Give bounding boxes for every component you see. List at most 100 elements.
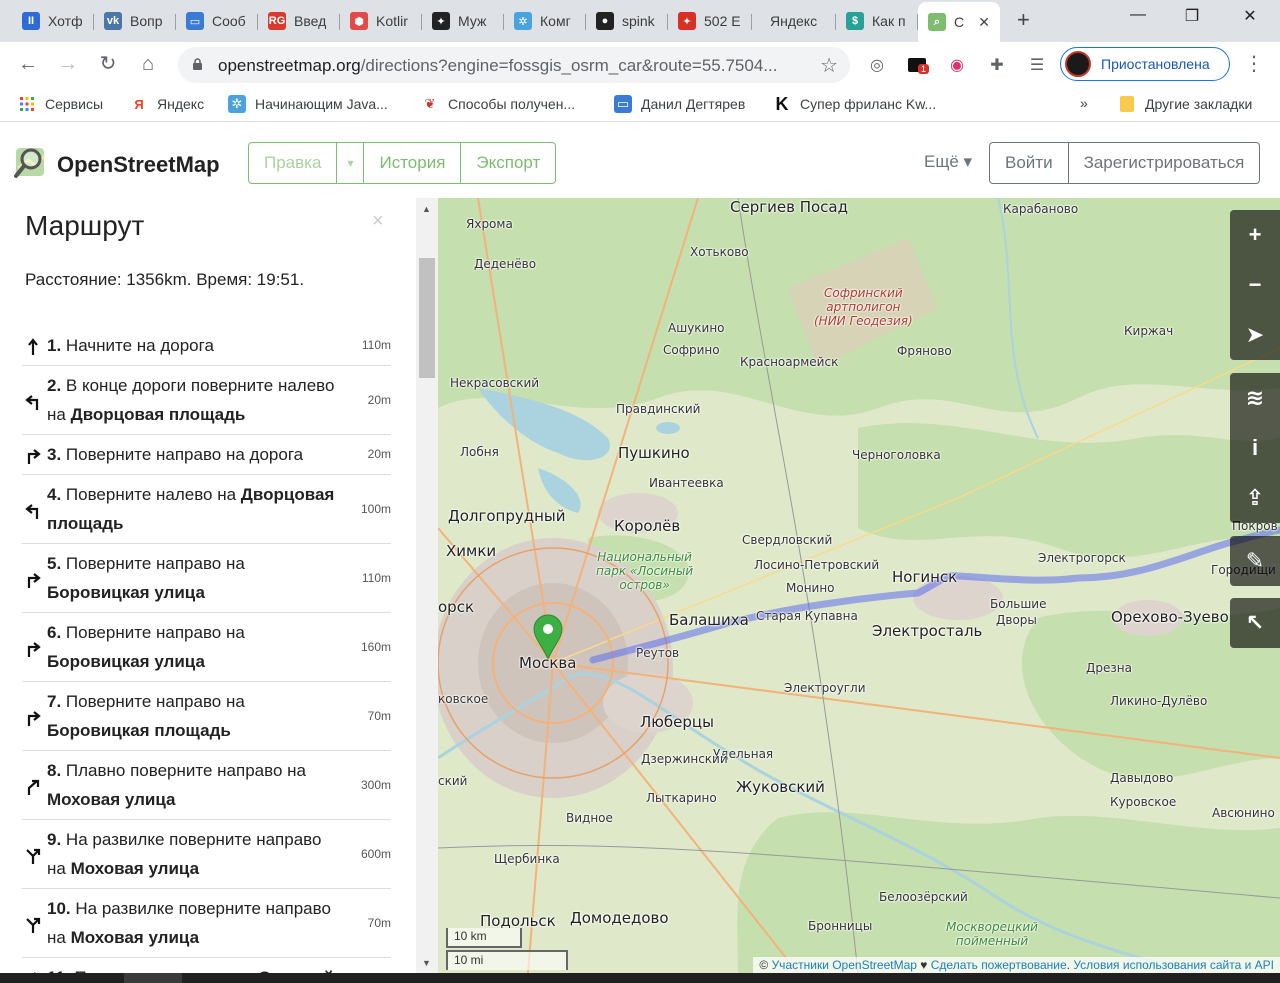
signup-button[interactable]: Зарегистрироваться [1069, 143, 1260, 183]
sidebar-scrollbar[interactable]: ▲ ▼ [416, 198, 438, 973]
route-step-text: 9. На развилке поверните направо на Мохо… [47, 820, 345, 888]
auth-group: Войти Зарегистрироваться [989, 142, 1261, 184]
step-instruction: Поверните налево на [61, 485, 241, 504]
map-place-label: Долгопрудный [448, 507, 566, 525]
browser-tab[interactable]: ⬢ Kotlir [340, 6, 422, 36]
osm-logo-icon[interactable] [14, 144, 50, 180]
back-button[interactable]: ← [16, 52, 40, 76]
route-step[interactable]: 8. Плавно поверните направо на Моховая у… [22, 751, 391, 820]
bookmark-java[interactable]: ✲ Начинающим Java... [228, 95, 388, 113]
browser-tab[interactable]: ✦ Муж [422, 6, 504, 36]
tab-favicon-icon: ⬢ [350, 12, 368, 30]
info-icon[interactable]: i [1230, 423, 1280, 473]
osm-contributors-link[interactable]: Участники OpenStreetMap [772, 958, 917, 972]
map-place-label: ский [438, 774, 468, 788]
query-features-icon[interactable]: ↖ [1230, 598, 1280, 648]
globe-icon[interactable]: ◎ [866, 54, 888, 76]
map-place-label: Лобня [460, 445, 499, 459]
browser-tab[interactable]: ✦ 502 E [668, 6, 752, 36]
browser-tab[interactable]: ● spink [586, 6, 668, 36]
browser-tab[interactable]: ✲ Комг [504, 6, 586, 36]
map-place-label: Ашукино [668, 321, 725, 335]
scroll-down-icon[interactable]: ▼ [422, 958, 431, 968]
export-button[interactable]: Экспорт [461, 143, 555, 183]
map-place-label: Реутов [636, 646, 680, 660]
bookmark-yandex[interactable]: Я Яндекс [130, 95, 204, 113]
taskbar-active-item[interactable] [124, 973, 182, 983]
home-button[interactable]: ⌂ [136, 52, 160, 76]
bookmark-services[interactable]: Сервисы [18, 95, 103, 113]
step-number: 6. [47, 623, 62, 642]
instagram-icon[interactable]: ◉ [946, 54, 968, 76]
add-note-icon[interactable]: ✎ [1230, 536, 1280, 586]
edit-button[interactable]: Правка [249, 143, 338, 183]
media-queue-icon[interactable]: ☰ [1026, 54, 1048, 76]
minimize-button[interactable]: — [1118, 6, 1158, 24]
step-number: 9. [47, 830, 62, 849]
map-place-label: Электроугли [784, 681, 866, 695]
osm-brand[interactable]: OpenStreetMap [57, 152, 220, 178]
terms-link[interactable]: Условия использования сайта и API [1073, 958, 1274, 972]
zoom-in-button[interactable]: + [1230, 210, 1280, 260]
login-button[interactable]: Войти [990, 143, 1069, 183]
donate-link[interactable]: Сделать пожертвование [931, 958, 1067, 972]
map-view[interactable]: Сергиев Посад Карабаново Яхрома Хотьково Дед… [438, 198, 1280, 973]
map-place-label: Правдинский [616, 402, 701, 416]
browser-tab[interactable]: II Хотф [12, 6, 94, 36]
browser-tab[interactable]: RG Введ [258, 6, 340, 36]
new-tab-button[interactable]: + [1017, 8, 1030, 32]
step-road-name: Моховая улица [47, 790, 176, 809]
forward-button[interactable]: → [56, 52, 80, 76]
profile-button[interactable]: Приостановлена [1060, 47, 1230, 81]
tab-favicon-icon: ✦ [432, 12, 450, 30]
route-step[interactable]: 11. Поверните направо на Охотный [22, 958, 391, 973]
route-step[interactable]: 5. Поверните направо на Боровицкая улица… [22, 544, 391, 613]
locate-icon[interactable]: ➤ [1230, 310, 1280, 360]
scrollbar-thumb[interactable] [419, 258, 435, 378]
route-step[interactable]: 10. На развилке поверните направо на Мох… [22, 889, 391, 958]
bookmark-kwork[interactable]: K Супер фриланс Kw... [773, 94, 937, 114]
turn-right-icon [27, 572, 41, 588]
route-step[interactable]: 3. Поверните направо на дорога 20m [22, 435, 391, 475]
browser-tab[interactable]: Яндекс [752, 6, 836, 36]
scroll-up-icon[interactable]: ▲ [422, 204, 431, 214]
tab-title: Вопр [130, 13, 163, 29]
route-step[interactable]: 7. Поверните направо на Боровицкая площа… [22, 682, 391, 751]
browser-tab[interactable]: ▭ Сооб [176, 6, 258, 36]
maximize-button[interactable]: ❐ [1172, 6, 1212, 26]
map-place-label: Ивантеевка [649, 476, 724, 490]
address-bar[interactable]: openstreetmap.org/directions?engine=foss… [178, 47, 850, 83]
history-button[interactable]: История [364, 143, 462, 183]
bookmark-star-icon[interactable]: ☆ [820, 53, 838, 78]
bookmark-sposoby[interactable]: ❦ Способы получен... [421, 95, 576, 113]
layers-icon[interactable]: ≋ [1230, 373, 1280, 423]
browser-tab[interactable]: $ Как п [836, 6, 918, 36]
close-window-button[interactable]: ✕ [1230, 6, 1270, 26]
share-icon[interactable]: ⇪ [1230, 473, 1280, 523]
browser-tab[interactable]: ⌕ С ✕ [918, 2, 1000, 42]
route-step[interactable]: 9. На развилке поверните направо на Мохо… [22, 820, 391, 889]
close-sidebar-button[interactable]: × [372, 210, 384, 233]
bookmark-other-folder[interactable]: Другие закладки [1118, 95, 1252, 113]
step-number: 4. [47, 485, 62, 504]
browser-tab[interactable]: vk Вопр [94, 6, 176, 36]
route-step[interactable]: 1. Начните на дорога 110m [22, 326, 391, 366]
route-step[interactable]: 4. Поверните налево на Дворцовая площадь… [22, 475, 391, 544]
route-step[interactable]: 6. Поверните направо на Боровицкая улица… [22, 613, 391, 682]
bookmark-danil[interactable]: ▭ Данил Дегтярев [614, 95, 745, 113]
map-place-label: Ногинск [892, 568, 958, 586]
zoom-out-button[interactable]: − [1230, 260, 1280, 310]
extension-badge-icon[interactable]: 1 [906, 54, 930, 76]
browser-menu-icon[interactable]: ⋮ [1244, 54, 1264, 74]
bookmarks-overflow-button[interactable]: » [1080, 95, 1088, 111]
map-place-label: Химки [446, 542, 497, 560]
reload-button[interactable]: ↻ [96, 52, 120, 76]
edit-dropdown-button[interactable]: ▾ [337, 143, 365, 183]
map-place-label: Свердловский [742, 533, 833, 547]
route-step[interactable]: 2. В конце дороги поверните налево на Дв… [22, 366, 391, 435]
tab-favicon-icon: ✦ [678, 12, 696, 30]
map-place-label: Лосино-Петровский [754, 558, 880, 572]
close-tab-icon[interactable]: ✕ [978, 14, 990, 31]
more-dropdown[interactable]: Ещё ▾ [924, 152, 972, 172]
extensions-puzzle-icon[interactable]: ✚ [986, 54, 1008, 76]
